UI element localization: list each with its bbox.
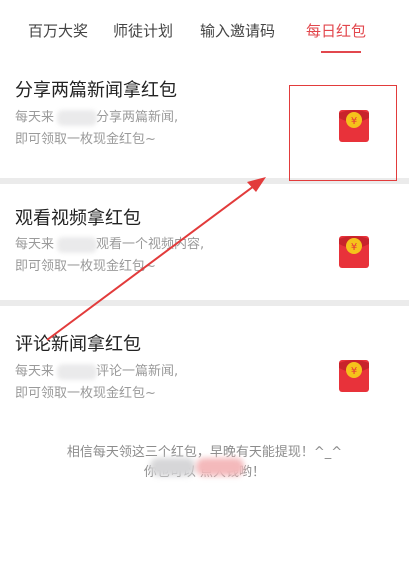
annotation-arrow [46,177,266,341]
